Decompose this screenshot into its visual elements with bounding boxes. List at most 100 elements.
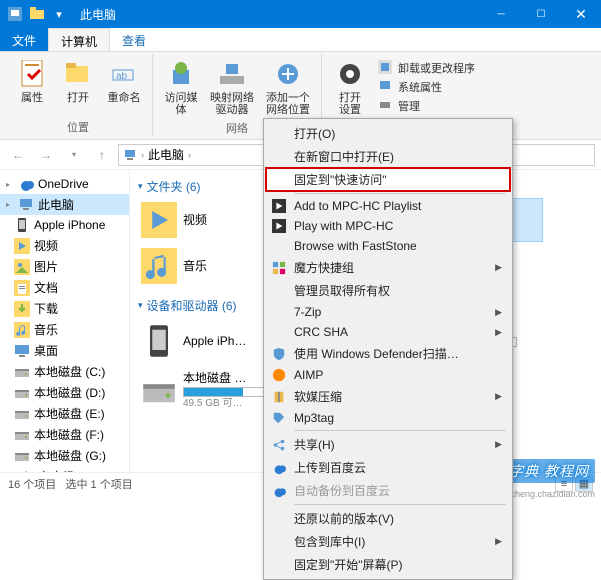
manage-button[interactable]: 管理 bbox=[374, 97, 479, 115]
forward-button[interactable]: → bbox=[34, 143, 58, 167]
context-menu-item[interactable]: Add to MPC-HC Playlist bbox=[266, 196, 510, 216]
rename-button[interactable]: ab重命名 bbox=[102, 56, 146, 117]
sidebar-item[interactable]: 本地磁盘 (F:) bbox=[0, 424, 129, 445]
uninstall-button[interactable]: 卸载或更改程序 bbox=[374, 59, 479, 77]
sidebar-item[interactable]: 本地磁盘 (D:) bbox=[0, 382, 129, 403]
sidebar-item[interactable]: 文档 bbox=[0, 277, 129, 298]
drive-icon bbox=[14, 364, 30, 380]
context-menu-item[interactable]: CRC SHA ▶ bbox=[266, 322, 510, 342]
context-menu-item[interactable]: 共享(H) ▶ bbox=[266, 433, 510, 456]
aimp-icon bbox=[271, 367, 287, 383]
context-menu-label: 固定到"快速访问" bbox=[294, 171, 387, 188]
maximize-button[interactable]: ☐ bbox=[521, 0, 561, 28]
context-menu-item[interactable]: 管理员取得所有权 bbox=[266, 279, 510, 302]
context-menu-item[interactable]: 软媒压缩 ▶ bbox=[266, 385, 510, 408]
submenu-arrow-icon: ▶ bbox=[495, 439, 502, 450]
drive-icon bbox=[14, 385, 30, 401]
sidebar-item[interactable]: ▸家庭组 bbox=[0, 466, 129, 472]
sidebar-item[interactable]: 音乐 bbox=[0, 319, 129, 340]
context-menu-label: 在新窗口中打开(E) bbox=[294, 148, 394, 165]
open-button[interactable]: 打开 bbox=[56, 56, 100, 117]
context-menu-label: 软媒压缩 bbox=[294, 388, 342, 405]
sidebar-item-label: 视频 bbox=[34, 237, 58, 254]
sidebar-item[interactable]: 本地磁盘 (G:) bbox=[0, 445, 129, 466]
sidebar-item-label: OneDrive bbox=[38, 177, 89, 191]
shield-icon bbox=[271, 346, 287, 362]
tab-file[interactable]: 文件 bbox=[0, 28, 48, 51]
context-menu-label: 魔方快捷组 bbox=[294, 259, 354, 276]
zip-icon bbox=[271, 389, 287, 405]
sidebar-item[interactable]: 本地磁盘 (C:) bbox=[0, 361, 129, 382]
drive-icon bbox=[14, 448, 30, 464]
sidebar-item-label: 音乐 bbox=[34, 321, 58, 338]
drive-label: Apple iPh… bbox=[183, 334, 246, 348]
context-menu: 打开(O) 在新窗口中打开(E) 固定到"快速访问" Add to MPC-HC Pl… bbox=[263, 118, 513, 580]
window-icon bbox=[6, 5, 24, 23]
sidebar-item-label: Apple iPhone bbox=[34, 218, 105, 232]
context-menu-item[interactable]: 7-Zip▶ bbox=[266, 302, 510, 322]
cloud-icon bbox=[271, 483, 287, 499]
sidebar-item[interactable]: 视频 bbox=[0, 235, 129, 256]
close-button[interactable]: ✕ bbox=[561, 0, 601, 28]
context-menu-label: 共享(H) bbox=[294, 436, 335, 453]
context-menu-separator bbox=[294, 193, 506, 194]
sidebar-item[interactable]: 桌面 bbox=[0, 340, 129, 361]
sidebar-item[interactable]: ▸此电脑 bbox=[0, 194, 129, 215]
context-menu-item[interactable]: Mp3tag bbox=[266, 408, 510, 428]
add-network-button[interactable]: 添加一个 网络位置 bbox=[261, 56, 315, 118]
qat-folder-icon[interactable] bbox=[28, 5, 46, 23]
cloud-icon bbox=[271, 460, 287, 476]
window-title: 此电脑 bbox=[74, 6, 481, 23]
desk-icon bbox=[14, 343, 30, 359]
submenu-arrow-icon: ▶ bbox=[495, 307, 502, 318]
music-icon bbox=[141, 248, 177, 284]
sidebar-item-label: 下载 bbox=[34, 300, 58, 317]
video-icon bbox=[14, 238, 30, 254]
up-button[interactable]: ↑ bbox=[90, 143, 114, 167]
history-dropdown[interactable]: ▾ bbox=[62, 143, 86, 167]
minimize-button[interactable]: ─ bbox=[481, 0, 521, 28]
tab-computer[interactable]: 计算机 bbox=[48, 28, 110, 51]
context-menu-label: CRC SHA bbox=[294, 325, 348, 339]
context-menu-item[interactable]: AIMP bbox=[266, 365, 510, 385]
qat-dropdown-icon[interactable]: ▾ bbox=[50, 5, 68, 23]
sidebar-item-label: 此电脑 bbox=[38, 196, 74, 213]
context-menu-item[interactable]: 上传到百度云 bbox=[266, 456, 510, 479]
sidebar-item[interactable]: 图片 bbox=[0, 256, 129, 277]
breadcrumb-root[interactable]: 此电脑 bbox=[148, 146, 184, 163]
nav-sidebar: ▸OneDrive▸此电脑 Apple iPhone 视频图片文档下载音乐桌面本地磁… bbox=[0, 170, 130, 472]
ribbon-tabs: 文件 计算机 查看 bbox=[0, 28, 601, 52]
map-drive-button[interactable]: 映射网络 驱动器 bbox=[205, 56, 259, 118]
svg-text:ab: ab bbox=[116, 71, 128, 82]
context-menu-item[interactable]: 在新窗口中打开(E) bbox=[266, 145, 510, 168]
sidebar-item[interactable]: ▸OneDrive bbox=[0, 174, 129, 194]
context-menu-item[interactable]: 使用 Windows Defender扫描… bbox=[266, 342, 510, 365]
context-menu-item[interactable]: 打开(O) bbox=[266, 122, 510, 145]
context-menu-item[interactable]: 魔方快捷组▶ bbox=[266, 256, 510, 279]
properties-button[interactable]: 属性 bbox=[10, 56, 54, 117]
context-menu-label: 还原以前的版本(V) bbox=[294, 510, 394, 527]
context-menu-item[interactable]: 还原以前的版本(V) bbox=[266, 507, 510, 530]
submenu-arrow-icon: ▶ bbox=[495, 391, 502, 402]
sidebar-item-label: 本地磁盘 (C:) bbox=[34, 363, 105, 380]
context-menu-item[interactable]: 包含到库中(I)▶ bbox=[266, 530, 510, 553]
pc-icon bbox=[123, 148, 137, 162]
context-menu-item[interactable]: 固定到"开始"屏幕(P) bbox=[266, 553, 510, 576]
context-menu-label: AIMP bbox=[294, 368, 323, 382]
drive-icon bbox=[14, 427, 30, 443]
context-menu-item[interactable]: Browse with FastStone bbox=[266, 236, 510, 256]
title-bar: ▾ 此电脑 ─ ☐ ✕ bbox=[0, 0, 601, 28]
sidebar-item-label: 文档 bbox=[34, 279, 58, 296]
submenu-arrow-icon: ▶ bbox=[495, 327, 502, 338]
back-button[interactable]: ← bbox=[6, 143, 30, 167]
context-menu-item[interactable]: Play with MPC-HC bbox=[266, 216, 510, 236]
sidebar-item[interactable]: Apple iPhone bbox=[0, 215, 129, 235]
context-menu-item[interactable]: 固定到"快速访问" bbox=[266, 168, 510, 191]
sysprops-button[interactable]: 系统属性 bbox=[374, 78, 479, 96]
sidebar-item-label: 本地磁盘 (G:) bbox=[34, 447, 106, 464]
tab-view[interactable]: 查看 bbox=[110, 28, 158, 51]
sidebar-item[interactable]: 下载 bbox=[0, 298, 129, 319]
access-media-button[interactable]: 访问媒体 bbox=[159, 56, 203, 118]
settings-button[interactable]: 打开 设置 bbox=[328, 56, 372, 118]
sidebar-item[interactable]: 本地磁盘 (E:) bbox=[0, 403, 129, 424]
